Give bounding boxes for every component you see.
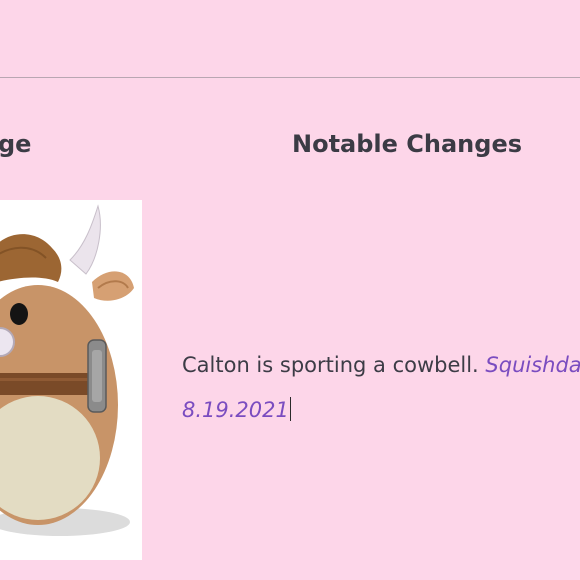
plush-horn [69,204,101,275]
image-column-heading: ge [0,130,32,158]
squishmallow-photo [0,200,142,560]
photo-credit-link[interactable]: Squishdat [485,353,580,377]
text-cursor [289,397,291,421]
plush-hair-tuft [0,234,62,282]
plush-strap [0,373,102,395]
date-line[interactable]: 8.19.2021 [182,397,291,422]
date-text: 8.19.2021 [182,398,289,422]
notable-changes-heading: Notable Changes [292,130,523,158]
notable-changes-text: Calton is sporting a cowbell. Squishdat [182,350,580,382]
top-divider [0,77,580,78]
changes-description: Calton is sporting a cowbell. [182,353,486,377]
plush-eye [10,303,28,325]
